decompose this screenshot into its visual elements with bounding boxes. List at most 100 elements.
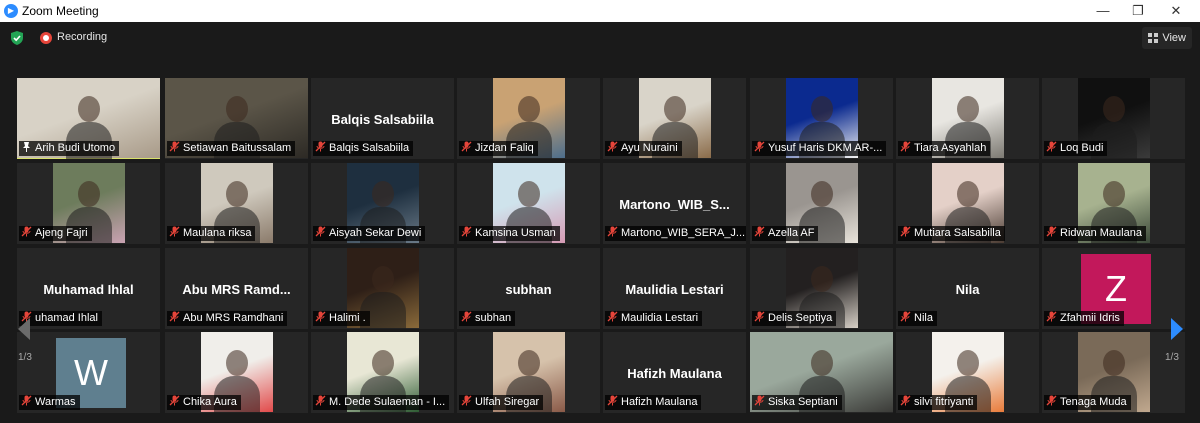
participant-tile[interactable]: Yusuf Haris DKM AR-... <box>750 78 893 159</box>
participant-tile[interactable]: Siska Septiani <box>750 332 893 413</box>
participant-tile[interactable]: Loq Budi <box>1042 78 1185 159</box>
muted-mic-icon <box>754 395 765 406</box>
participant-name: Hafizh Maulana <box>621 396 698 408</box>
muted-mic-icon <box>754 141 765 152</box>
close-button[interactable]: ✕ <box>1161 2 1191 20</box>
person-silhouette <box>664 96 686 122</box>
participant-tile[interactable]: M. Dede Sulaeman - I... <box>311 332 454 413</box>
participant-tile[interactable]: Halimi . <box>311 248 454 329</box>
participant-tile[interactable]: Ridwan Maulana <box>1042 163 1185 244</box>
participant-display-name: Nila <box>955 282 980 297</box>
participant-tile[interactable]: Delis Septiya <box>750 248 893 329</box>
participant-tile[interactable]: Z Zfahmii Idris <box>1042 248 1185 329</box>
recording-label: Recording <box>57 31 108 43</box>
participant-tile[interactable]: Nila Nila <box>896 248 1039 329</box>
participant-tile[interactable]: W Warmas <box>17 332 160 413</box>
participant-display-name: Abu MRS Ramd... <box>182 282 291 297</box>
person-silhouette <box>226 181 248 207</box>
participant-tile[interactable]: Hafizh Maulana Hafizh Maulana <box>603 332 746 413</box>
muted-mic-icon <box>1046 226 1057 237</box>
participant-tile[interactable]: Setiawan Baitussalam <box>165 78 308 159</box>
participant-tile[interactable]: Muhamad Ihlal uhamad Ihlal <box>17 248 160 329</box>
maximize-button[interactable]: ❐ <box>1123 2 1153 20</box>
security-shield-icon[interactable] <box>10 31 24 45</box>
participant-name: silvi fitriyanti <box>914 396 974 408</box>
participant-tile[interactable]: Ayu Nuraini <box>603 78 746 159</box>
participant-name: Setiawan Baitussalam <box>183 142 292 154</box>
participant-name-label: Ajeng Fajri <box>19 226 92 241</box>
participant-name-label: Yusuf Haris DKM AR-... <box>752 141 887 156</box>
muted-mic-icon <box>1046 395 1057 406</box>
muted-mic-icon <box>754 226 765 237</box>
participant-name-label: Siska Septiani <box>752 395 842 410</box>
muted-mic-icon <box>900 141 911 152</box>
participant-name-label: Tiara Asyahlah <box>898 141 991 156</box>
muted-mic-icon <box>461 395 472 406</box>
participant-name: Ulfah Siregar <box>475 396 540 408</box>
person-silhouette <box>518 181 540 207</box>
participant-name: Chika Aura <box>183 396 237 408</box>
person-silhouette <box>518 350 540 376</box>
person-silhouette <box>372 266 394 292</box>
participant-name: Mutiara Salsabilla <box>914 227 1001 239</box>
participant-tile[interactable]: Maulidia Lestari Maulidia Lestari <box>603 248 746 329</box>
muted-mic-icon <box>461 226 472 237</box>
participant-tile[interactable]: Martono_WIB_S... Martono_WIB_SERA_J... <box>603 163 746 244</box>
participant-tile[interactable]: Ajeng Fajri <box>17 163 160 244</box>
participant-name-label: Martono_WIB_SERA_J... <box>605 226 746 241</box>
muted-mic-icon <box>1046 311 1057 322</box>
participant-name: uhamad Ihlal <box>35 312 98 324</box>
page-indicator-left: 1/3 <box>18 352 32 363</box>
participant-tile[interactable]: silvi fitriyanti <box>896 332 1039 413</box>
participant-tile[interactable]: Ulfah Siregar <box>457 332 600 413</box>
previous-page-arrow-icon[interactable] <box>14 316 34 342</box>
participant-tile[interactable]: Jizdan Faliq <box>457 78 600 159</box>
view-button[interactable]: View <box>1142 27 1192 49</box>
meeting-toolbar: Recording View <box>0 22 1200 54</box>
muted-mic-icon <box>1046 141 1057 152</box>
participant-name: Martono_WIB_SERA_J... <box>621 227 746 239</box>
person-silhouette <box>957 96 979 122</box>
participant-name-label: Jizdan Faliq <box>459 141 538 156</box>
participant-tile[interactable]: Abu MRS Ramd... Abu MRS Ramdhani <box>165 248 308 329</box>
participant-tile[interactable]: Kamsina Usman <box>457 163 600 244</box>
muted-mic-icon <box>315 395 326 406</box>
muted-mic-icon <box>169 226 180 237</box>
next-page-arrow-icon[interactable] <box>1167 316 1187 342</box>
participant-name-label: Arih Budi Utomo <box>19 141 120 156</box>
participant-tile[interactable]: Mutiara Salsabilla <box>896 163 1039 244</box>
participant-display-name: Hafizh Maulana <box>627 366 722 381</box>
participant-tile[interactable]: Aisyah Sekar Dewi <box>311 163 454 244</box>
person-silhouette <box>78 181 100 207</box>
muted-mic-icon <box>315 141 326 152</box>
participant-tile[interactable]: Tiara Asyahlah <box>896 78 1039 159</box>
minimize-button[interactable]: — <box>1088 2 1118 20</box>
muted-mic-icon <box>900 311 911 322</box>
participant-name: M. Dede Sulaeman - I... <box>329 396 446 408</box>
window-titlebar: ▶ Zoom Meeting — ❐ ✕ <box>0 0 1200 22</box>
participant-name: Jizdan Faliq <box>475 142 534 154</box>
muted-mic-icon <box>315 311 326 322</box>
participant-name: Ridwan Maulana <box>1060 227 1142 239</box>
person-silhouette <box>810 350 833 376</box>
participant-tile[interactable]: Azella AF <box>750 163 893 244</box>
participant-tile[interactable]: Chika Aura <box>165 332 308 413</box>
muted-mic-icon <box>900 395 911 406</box>
participant-name: Delis Septiya <box>768 312 833 324</box>
person-silhouette <box>811 96 833 122</box>
view-button-label: View <box>1162 32 1186 44</box>
participant-tile[interactable]: Balqis Salsabiila Balqis Salsabiila <box>311 78 454 159</box>
participant-name-label: Warmas <box>19 395 80 410</box>
participant-tile[interactable]: subhan subhan <box>457 248 600 329</box>
participant-name-label: Hafizh Maulana <box>605 395 702 410</box>
participant-tile[interactable]: Maulana riksa <box>165 163 308 244</box>
participant-name-label: Chika Aura <box>167 395 241 410</box>
participant-tile[interactable]: Arih Budi Utomo <box>17 78 160 159</box>
muted-mic-icon <box>754 311 765 322</box>
muted-mic-icon <box>607 311 618 322</box>
participant-tile[interactable]: Tenaga Muda <box>1042 332 1185 413</box>
participant-name: Balqis Salsabiila <box>329 142 410 154</box>
person-silhouette <box>372 181 394 207</box>
muted-mic-icon <box>461 311 472 322</box>
participant-name: Nila <box>914 312 933 324</box>
